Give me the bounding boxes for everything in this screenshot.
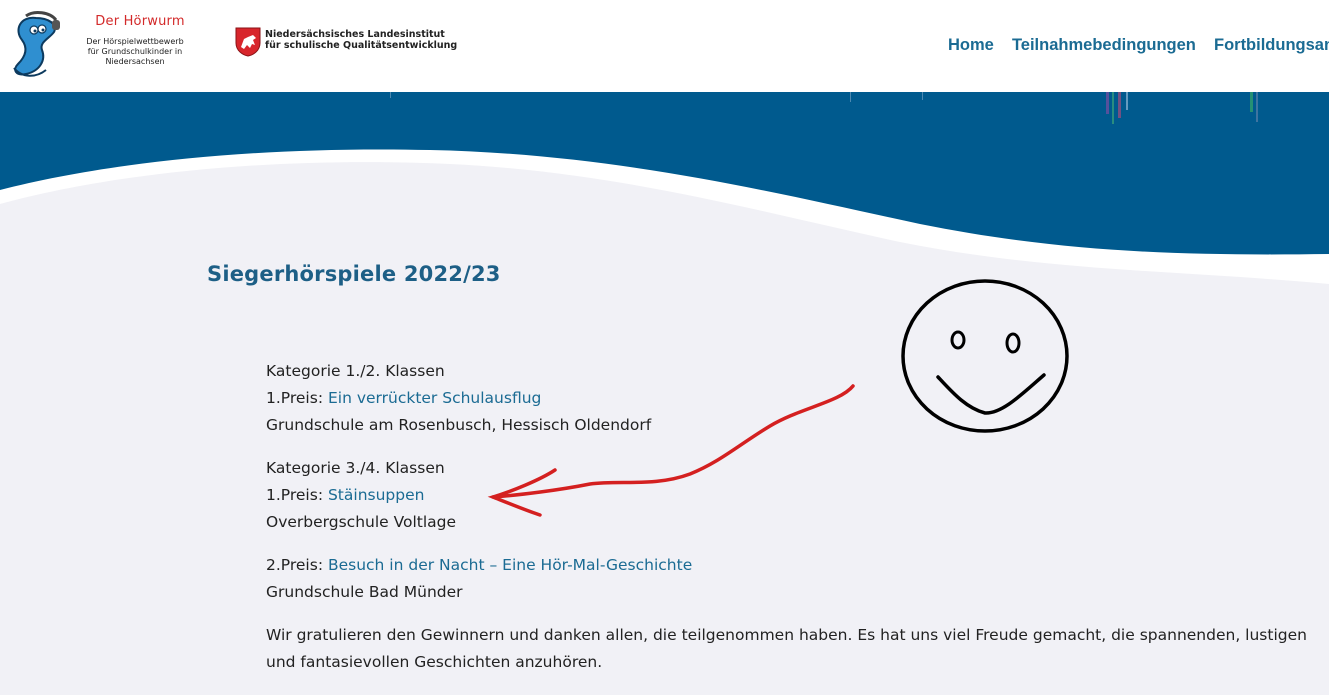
school-name: Grundschule am Rosenbusch, Hessisch Olde… — [266, 416, 652, 434]
school-name: Overbergschule Voltlage — [266, 513, 457, 531]
closing-paragraph: Wir gratulieren den Gewinnern und danken… — [266, 626, 1307, 671]
hoerwurm-logo-icon[interactable] — [6, 8, 66, 80]
school-name: Grundschule Bad Münder — [266, 583, 463, 601]
prize-link[interactable]: Besuch in der Nacht – Eine Hör-Mal-Gesch… — [328, 556, 692, 574]
partner-name-line1: Niedersächsisches Landesinstitut — [265, 29, 445, 40]
site-header: Der Hörwurm Der Hörspielwettbewerb für G… — [0, 0, 1329, 92]
winners-list: Kategorie 1./2. Klassen 1.Preis: Ein ver… — [266, 358, 1316, 676]
second-prize-block: 2.Preis: Besuch in der Nacht – Eine Hör-… — [266, 552, 1316, 606]
prize-label: 2.Preis: — [266, 556, 328, 574]
prize-link[interactable]: Stäinsuppen — [328, 486, 424, 504]
nav-home[interactable]: Home — [948, 36, 994, 55]
niedersachsen-shield-icon — [235, 27, 261, 57]
prize-line: 1.Preis: Stäinsuppen — [266, 482, 1316, 509]
prize-label: 1.Preis: — [266, 486, 328, 504]
prize-line: 1.Preis: Ein verrückter Schulausflug — [266, 385, 1316, 412]
category-block: Kategorie 3./4. Klassen 1.Preis: Stäinsu… — [266, 455, 1316, 536]
prize-line: 2.Preis: Besuch in der Nacht – Eine Hör-… — [266, 552, 1316, 579]
category-block: Kategorie 1./2. Klassen 1.Preis: Ein ver… — [266, 358, 1316, 439]
logo-subtitle-line1: Der Hörspielwettbewerb — [86, 37, 184, 46]
nav-fortbildungsangebote[interactable]: Fortbildungsang — [1214, 36, 1329, 55]
page-title: Siegerhörspiele 2022/23 — [207, 262, 501, 286]
nav-teilnahmebedingungen[interactable]: Teilnahmebedingungen — [1012, 36, 1196, 55]
logo-title: Der Hörwurm — [95, 14, 185, 29]
logo-subtitle-line2: für Grundschulkinder in Niedersachsen — [87, 47, 183, 66]
prize-label: 1.Preis: — [266, 389, 328, 407]
partner-name-line2: für schulische Qualitätsentwicklung — [265, 39, 458, 51]
partner-name: Niedersächsisches Landesinstitut für sch… — [265, 29, 475, 51]
main-nav: Home Teilnahmebedingungen Fortbildungsan… — [948, 35, 1329, 55]
prize-link[interactable]: Ein verrückter Schulausflug — [328, 389, 541, 407]
category-title: Kategorie 1./2. Klassen — [266, 362, 445, 380]
category-title: Kategorie 3./4. Klassen — [266, 459, 445, 477]
logo-subtitle: Der Hörspielwettbewerb für Grundschulkin… — [60, 37, 210, 67]
hero-banner-wave — [0, 92, 1329, 292]
logo-text: Der Hörwurm Der Hörspielwettbewerb für G… — [60, 14, 210, 67]
